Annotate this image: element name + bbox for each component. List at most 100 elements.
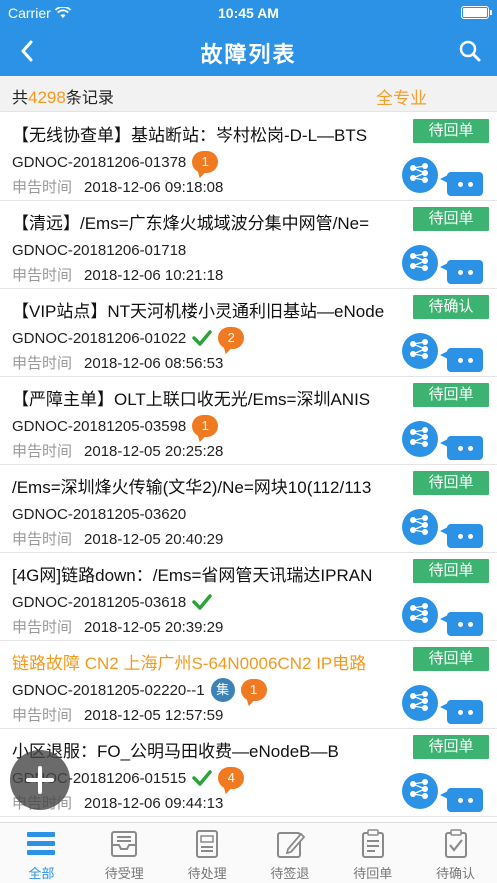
report-time-value: 2018-12-06 09:44:13 (84, 795, 224, 812)
fault-list: 【无线协查单】基站断站：岑村松岗-D-L—BTS 待回单 GDNOC-2018120… (0, 113, 497, 819)
ticket-code: GDNOC-20181205-03618 (12, 593, 187, 611)
workflow-button[interactable] (402, 245, 438, 281)
tab-inbox[interactable]: 待受理 (83, 823, 166, 883)
report-time-value: 2018-12-05 20:39:29 (84, 619, 224, 636)
list-item[interactable]: /Ems=深圳烽火传输(文华2)/Ne=网块10(112/113 待回单 GDNOC… (0, 465, 497, 553)
code-row: GDNOC-20181205-03598 1 (12, 414, 219, 438)
tab-label: 待处理 (187, 866, 227, 881)
tab-all-list[interactable]: 全部 (0, 823, 83, 883)
check-icon (192, 593, 213, 611)
report-time-label: 申告时间 (12, 443, 73, 460)
report-time-value: 2018-12-05 20:25:28 (84, 443, 224, 460)
list-item[interactable]: 【清远】/Ems=广东烽火城域波分集中网管/Ne= 待回单 GDNOC-201812… (0, 201, 497, 289)
message-button[interactable] (440, 524, 483, 548)
workflow-icon (407, 160, 433, 191)
workflow-icon (407, 424, 433, 455)
report-time-row: 申告时间 2018-12-05 20:39:29 (12, 616, 223, 637)
workflow-icon (407, 688, 433, 719)
tab-clipboard[interactable]: 待回单 (331, 823, 414, 883)
report-time-row: 申告时间 2018-12-06 09:18:08 (12, 176, 223, 197)
summary-bar: 共4298条记录 全专业 (0, 76, 497, 112)
workflow-button[interactable] (402, 509, 438, 545)
ticket-code: GDNOC-20181206-01378 (12, 153, 187, 171)
item-title: 【VIP站点】NT天河机楼小灵通利旧基站—eNode (12, 302, 385, 321)
status-badge: 待回单 (413, 207, 489, 231)
specialty-filter[interactable]: 全专业 (376, 84, 427, 109)
workflow-button[interactable] (402, 333, 438, 369)
message-dot (467, 269, 473, 275)
message-button[interactable] (440, 700, 483, 724)
message-dot (457, 533, 463, 539)
message-button[interactable] (440, 348, 483, 372)
workflow-icon (407, 600, 433, 631)
count-prefix: 共 (12, 90, 29, 107)
report-time-row: 申告时间 2018-12-05 12:57:59 (12, 704, 223, 725)
message-dot (457, 269, 463, 275)
ticket-code: GDNOC-20181205-03620 (12, 505, 187, 523)
collective-badge: 集 (210, 678, 235, 702)
tab-check-clipboard[interactable]: 待确认 (414, 823, 497, 883)
tab-pen[interactable]: 待签退 (248, 823, 331, 883)
workflow-icon (407, 776, 433, 807)
add-button[interactable] (10, 750, 70, 810)
tab-label: 待受理 (104, 866, 144, 881)
workflow-button[interactable] (402, 421, 438, 457)
workflow-button[interactable] (402, 157, 438, 193)
list-item[interactable]: 【无线协查单】基站断站：岑村松岗-D-L—BTS 待回单 GDNOC-2018120… (0, 113, 497, 201)
workflow-icon (407, 512, 433, 543)
message-button[interactable] (440, 172, 483, 196)
message-dot (467, 709, 473, 715)
report-time-row: 申告时间 2018-12-05 20:40:29 (12, 528, 223, 549)
ticket-code: GDNOC-20181205-03598 (12, 417, 187, 435)
ticket-code: GDNOC-20181205-02220--1 (12, 681, 205, 699)
status-badge: 待回单 (413, 471, 489, 495)
ticket-code: GDNOC-20181206-01022 (12, 329, 187, 347)
message-button[interactable] (440, 788, 483, 812)
message-dot (467, 181, 473, 187)
clock: 10:45 AM (218, 5, 279, 21)
list-item[interactable]: [4G网]链路down：/Ems=省网管天讯瑞达IPRAN 待回单 GDNOC-20… (0, 553, 497, 641)
message-button[interactable] (440, 612, 483, 636)
workflow-button[interactable] (402, 773, 438, 809)
pen-icon (274, 829, 306, 859)
all-list-icon (25, 829, 57, 859)
workflow-icon (407, 336, 433, 367)
status-badge: 待确认 (413, 295, 489, 319)
search-button[interactable] (457, 38, 483, 64)
workflow-icon (407, 248, 433, 279)
workflow-button[interactable] (402, 597, 438, 633)
message-button[interactable] (440, 260, 483, 284)
status-badge: 待回单 (413, 119, 489, 143)
comment-count-badge: 1 (192, 415, 219, 437)
comment-count-badge: 1 (192, 151, 219, 173)
message-dot (467, 445, 473, 451)
report-time-row: 申告时间 2018-12-05 20:25:28 (12, 440, 223, 461)
comment-count-badge: 2 (218, 327, 245, 349)
list-item[interactable]: 【VIP站点】NT天河机楼小灵通利旧基站—eNode 待确认 GDNOC-20181… (0, 289, 497, 377)
list-item[interactable]: 【严障主单】OLT上联口收无光/Ems=深圳ANIS 待回单 GDNOC-20181… (0, 377, 497, 465)
message-dot (457, 357, 463, 363)
workflow-button[interactable] (402, 685, 438, 721)
list-item[interactable]: 小区退服：FO_公明马田收费—eNodeB—B 待回单 GDNOC-20181206… (0, 729, 497, 817)
check-icon (192, 769, 213, 787)
tab-label: 待回单 (353, 866, 393, 881)
message-dot (457, 709, 463, 715)
report-time-value: 2018-12-05 20:40:29 (84, 531, 224, 548)
message-dot (457, 445, 463, 451)
item-title: /Ems=深圳烽火传输(文华2)/Ne=网块10(112/113 (12, 478, 372, 497)
report-time-value: 2018-12-06 09:18:08 (84, 179, 224, 196)
count-suffix: 条记录 (65, 90, 114, 107)
code-row: GDNOC-20181205-03620 (12, 502, 186, 526)
code-row: GDNOC-20181205-02220--1 集 1 (12, 678, 267, 702)
message-button[interactable] (440, 436, 483, 460)
tab-document[interactable]: 待处理 (166, 823, 249, 883)
report-time-label: 申告时间 (12, 355, 73, 372)
status-badge: 待回单 (413, 735, 489, 759)
status-bar: Carrier 10:45 AM (0, 0, 497, 26)
document-icon (191, 829, 223, 859)
message-dot (467, 533, 473, 539)
list-item[interactable]: 链路故障 CN2 上海广州S-64N0006CN2 IP电路 待回单 GDNOC-2… (0, 641, 497, 729)
clipboard-icon (357, 829, 389, 859)
check-clipboard-icon (440, 829, 472, 859)
item-title: 小区退服：FO_公明马田收费—eNodeB—B (12, 742, 339, 761)
